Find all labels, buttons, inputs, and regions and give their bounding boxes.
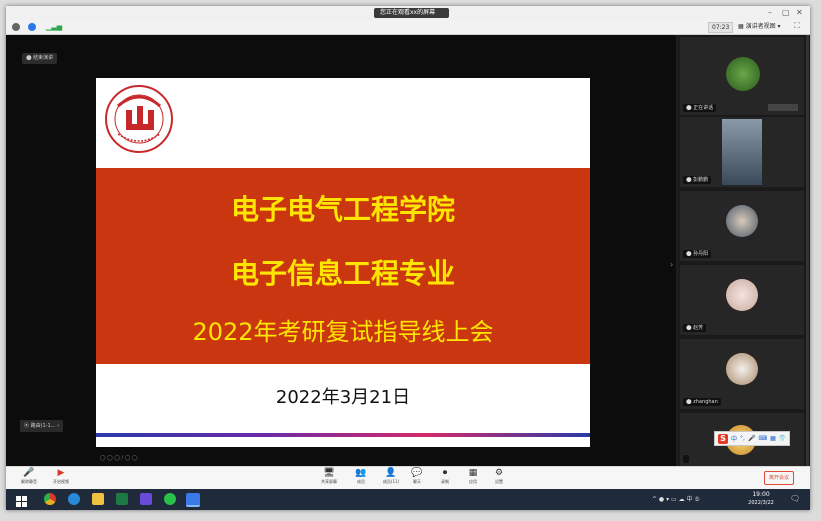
meeting-app-icon[interactable]	[186, 493, 200, 507]
participant-avatar	[726, 279, 758, 311]
university-seal-icon	[105, 85, 173, 153]
grid-icon[interactable]: ▦	[770, 435, 776, 442]
participant-name: ⬤ zhanghan	[683, 398, 721, 406]
sogou-logo-icon[interactable]: S	[718, 433, 728, 444]
participant-video	[722, 119, 762, 185]
slide-line-event: 2022年考研复试指导线上会	[192, 318, 494, 346]
start-video-button[interactable]: ▶ 开启视频	[48, 468, 74, 485]
start-menu-icon[interactable]	[16, 493, 28, 507]
members-label: 成员	[357, 479, 365, 484]
system-tray[interactable]: ^ ● ▾ ▭ ☁ 中 ⑤	[652, 494, 700, 503]
slide-bottom-stripe	[96, 433, 590, 437]
participant-avatar	[726, 57, 760, 91]
participant-name: ⬤ 孙丹阳	[683, 250, 712, 258]
slide-line-school: 电子电气工程学院	[230, 193, 455, 226]
taskbar-clock[interactable]: 19:00 2022/3/22	[742, 491, 780, 507]
participant-avatar	[726, 205, 758, 237]
participants-label: 成员(11)	[382, 479, 400, 484]
meeting-timer: 07:23	[708, 22, 734, 33]
participants-icon: 👤	[385, 468, 397, 478]
participant-tile[interactable]: ⬤ 孙丹阳	[680, 191, 804, 261]
chat-label: 聊天	[413, 479, 421, 484]
window-title: 您正在观看xx的屏幕	[374, 8, 450, 18]
members-icon: 👥	[355, 468, 367, 478]
file-explorer-icon[interactable]	[92, 493, 104, 505]
apps-button[interactable]: ▦ 应用	[460, 468, 486, 485]
settings-button[interactable]: ⚙ 设置	[486, 468, 512, 485]
chat-button[interactable]: 💬 聊天	[404, 468, 430, 485]
wechat-icon[interactable]	[164, 493, 176, 505]
slide-navigation[interactable]: ◯ ◯ ◯ / ◯ ◯	[100, 455, 138, 461]
unmute-label: 解除静音	[21, 479, 37, 484]
shield-icon[interactable]	[28, 23, 36, 31]
excel-icon[interactable]	[116, 493, 128, 505]
participant-name: ⬤ 赵芳	[683, 324, 707, 332]
shared-screen-stage: ⬤ 结束演讲 电子电气工程学院 电子信息工程专业 2022年考研复试指导线上会 …	[6, 35, 676, 466]
slide-title-band: 电子电气工程学院 电子信息工程专业 2022年考研复试指导线上会	[96, 168, 590, 364]
slide-date: 2022年3月21日	[275, 387, 411, 408]
teams-icon[interactable]	[140, 493, 152, 505]
participant-name: ⬤ 正在讲话	[683, 104, 717, 112]
window-title-text: 您正在观看xx的屏幕	[380, 9, 438, 16]
fullscreen-icon[interactable]: ⛶	[794, 21, 800, 31]
settings-label: 设置	[495, 479, 503, 484]
clock-time: 19:00	[752, 491, 770, 498]
apps-label: 应用	[469, 479, 477, 484]
share-screen-label: 共享屏幕	[321, 479, 337, 484]
skin-icon[interactable]: 👕	[779, 435, 786, 442]
leave-meeting-button[interactable]: 离开会议	[764, 471, 795, 485]
info-icon[interactable]	[12, 23, 20, 31]
notification-icon[interactable]: 🗨	[790, 494, 800, 503]
ime-toolbar[interactable]: S 中 °, 🎤 ⌨ ▦ 👕	[714, 431, 791, 446]
signal-bars-icon[interactable]: ▁▃▅	[46, 23, 62, 31]
chat-icon: 💬	[411, 468, 423, 478]
record-button[interactable]: ⏺ 录制	[432, 468, 458, 485]
camera-off-icon: ▶	[57, 468, 65, 478]
meeting-window: 您正在观看xx的屏幕 – ▢ ✕ ▁▃▅ 07:23 ▦ 演讲者视图 ▾ ⛶ ⬤…	[6, 6, 810, 510]
unmute-button[interactable]: 🎤 解除静音	[16, 468, 42, 485]
presentation-slide: 电子电气工程学院 电子信息工程专业 2022年考研复试指导线上会 2022年3月…	[96, 78, 590, 447]
record-label: 录制	[441, 479, 449, 484]
participant-tile[interactable]: ⬤ 赵芳	[680, 265, 804, 335]
meeting-toolbar: 🎤 解除静音 ▶ 开启视频 🖥 共享屏幕 👥 成员 👤 成员(11) 💬 聊天 …	[6, 466, 810, 489]
participant-panel: ⬤ 正在讲话 ⬤ 彭鹏鹏 ⬤ 孙丹阳 ⬤ 赵芳 ⬤ zhanghan	[678, 35, 810, 466]
participant-tile[interactable]: ⬤ 彭鹏鹏	[680, 117, 804, 187]
view-switch-button[interactable]: ▦ 演讲者视图 ▾	[738, 22, 781, 32]
keyboard-icon[interactable]: ⌨	[758, 435, 767, 442]
participant-avatar	[726, 353, 758, 385]
meeting-top-bar: ▁▃▅ 07:23 ▦ 演讲者视图 ▾ ⛶	[6, 20, 810, 35]
panel-scrollbar[interactable]	[806, 35, 809, 466]
microphone-muted-icon: 🎤	[23, 468, 35, 478]
minimize-button[interactable]: –	[768, 7, 772, 19]
collapse-panel-icon[interactable]: ›	[670, 260, 673, 269]
maximize-button[interactable]: ▢	[782, 7, 790, 19]
participant-tile[interactable]: ⬤ zhanghan	[680, 339, 804, 409]
share-screen-button[interactable]: 🖥 共享屏幕	[316, 468, 342, 485]
microphone-icon[interactable]: 🎤	[748, 435, 755, 442]
speaker-tag[interactable]: ⬤ 结束演讲	[22, 53, 58, 64]
participant-name: ⬤ 彭鹏鹏	[683, 176, 712, 184]
apps-icon: ▦	[468, 468, 478, 478]
audio-level-indicator	[768, 104, 798, 111]
self-view-tile[interactable]: ⦿ 路由(1-1... ‹	[20, 420, 64, 432]
ime-mode[interactable]: 中	[731, 434, 737, 443]
gear-icon: ⚙	[494, 468, 504, 478]
participant-tile[interactable]: ⬤ 正在讲话	[680, 37, 804, 115]
record-icon: ⏺	[442, 468, 448, 478]
close-button[interactable]: ✕	[796, 7, 803, 19]
slide-line-major: 电子信息工程专业	[230, 257, 455, 290]
clock-date: 2022/3/22	[748, 500, 774, 506]
ime-punct[interactable]: °,	[740, 435, 745, 442]
participant-name	[683, 455, 689, 463]
edge-icon[interactable]	[68, 493, 80, 505]
participants-button[interactable]: 👤 成员(11)	[378, 468, 404, 485]
title-bar: 您正在观看xx的屏幕 – ▢ ✕	[6, 6, 810, 20]
share-screen-icon: 🖥	[323, 468, 335, 478]
members-button[interactable]: 👥 成员	[348, 468, 374, 485]
start-video-label: 开启视频	[53, 479, 69, 484]
windows-taskbar: ^ ● ▾ ▭ ☁ 中 ⑤ 19:00 2022/3/22 🗨	[6, 489, 810, 510]
chrome-icon[interactable]	[44, 493, 56, 505]
